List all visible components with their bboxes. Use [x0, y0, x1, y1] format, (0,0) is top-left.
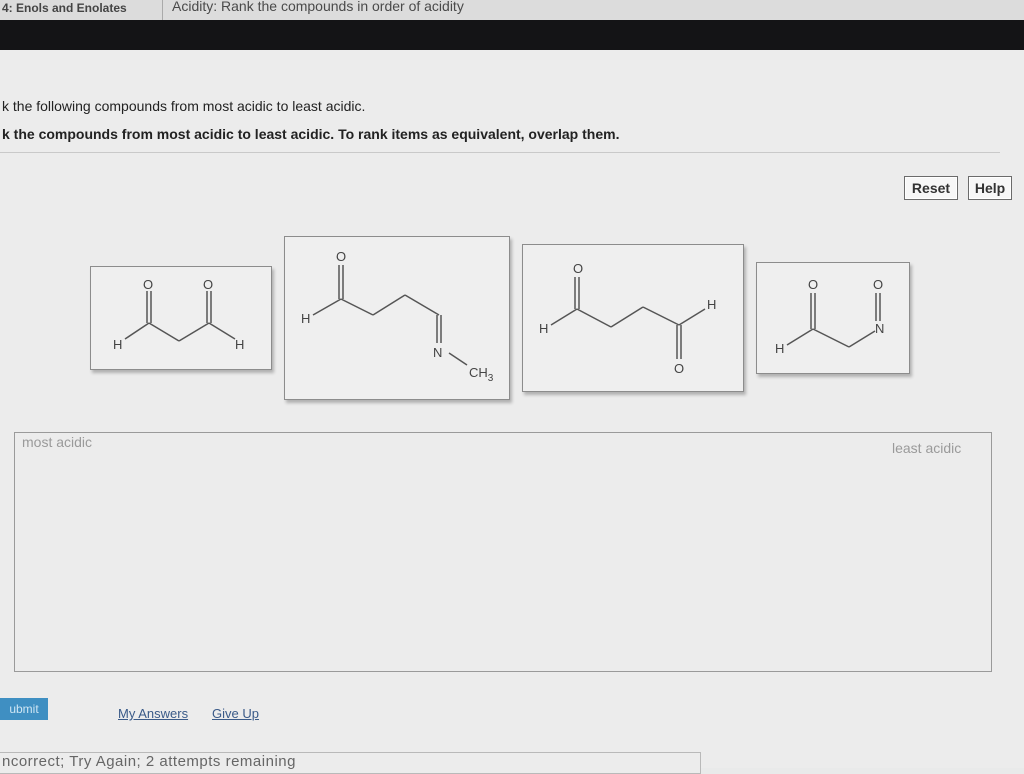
methyl-label: CH3: [469, 365, 494, 384]
atom-label: N: [433, 345, 442, 360]
atom-label: H: [775, 341, 784, 356]
least-acidic-label: least acidic: [892, 440, 962, 456]
my-answers-link[interactable]: My Answers: [118, 706, 188, 721]
atom-label: O: [873, 277, 883, 292]
help-button[interactable]: Help: [968, 176, 1012, 200]
give-up-link[interactable]: Give Up: [212, 706, 259, 721]
header-band: [0, 20, 1024, 50]
top-tab-bar: 4: Enols and Enolates Acidity: Rank the …: [0, 0, 1024, 21]
atom-label: H: [301, 311, 310, 326]
atom-label: O: [143, 277, 153, 292]
molecule-card-dialdehyde[interactable]: O O H H: [90, 266, 272, 370]
molecule-structure: O O H H: [113, 277, 244, 352]
molecule-structure: O H H O: [539, 261, 716, 376]
atom-label: O: [573, 261, 583, 276]
atom-label: N: [875, 321, 884, 336]
atom-label: H: [235, 337, 244, 352]
problem-tab[interactable]: Acidity: Rank the compounds in order of …: [172, 0, 464, 14]
atom-label: H: [113, 337, 122, 352]
atom-label: O: [808, 277, 818, 292]
feedback-message: ncorrect; Try Again; 2 attempts remainin…: [0, 752, 701, 774]
divider: [0, 152, 1000, 153]
submit-button[interactable]: ubmit: [0, 698, 48, 720]
molecule-card-imine[interactable]: O H N CH3: [284, 236, 510, 400]
chapter-tab[interactable]: 4: Enols and Enolates: [2, 0, 127, 16]
reset-button[interactable]: Reset: [904, 176, 958, 200]
tab-separator: [146, 0, 163, 20]
molecule-card-nitroso[interactable]: O H O N: [756, 262, 910, 374]
atom-label: H: [707, 297, 716, 312]
atom-label: H: [539, 321, 548, 336]
question-text: k the following compounds from most acid…: [2, 98, 366, 114]
atom-label: O: [674, 361, 684, 376]
molecule-card-ketoaldehyde[interactable]: O H H O: [522, 244, 744, 392]
molecule-structure: O H N CH3: [301, 249, 494, 384]
atom-label: O: [203, 277, 213, 292]
molecule-structure: O H O N: [775, 277, 884, 356]
ranking-drop-area[interactable]: [14, 432, 992, 672]
instruction-text: k the compounds from most acidic to leas…: [2, 126, 620, 142]
atom-label: O: [336, 249, 346, 264]
most-acidic-label: most acidic: [22, 434, 93, 450]
